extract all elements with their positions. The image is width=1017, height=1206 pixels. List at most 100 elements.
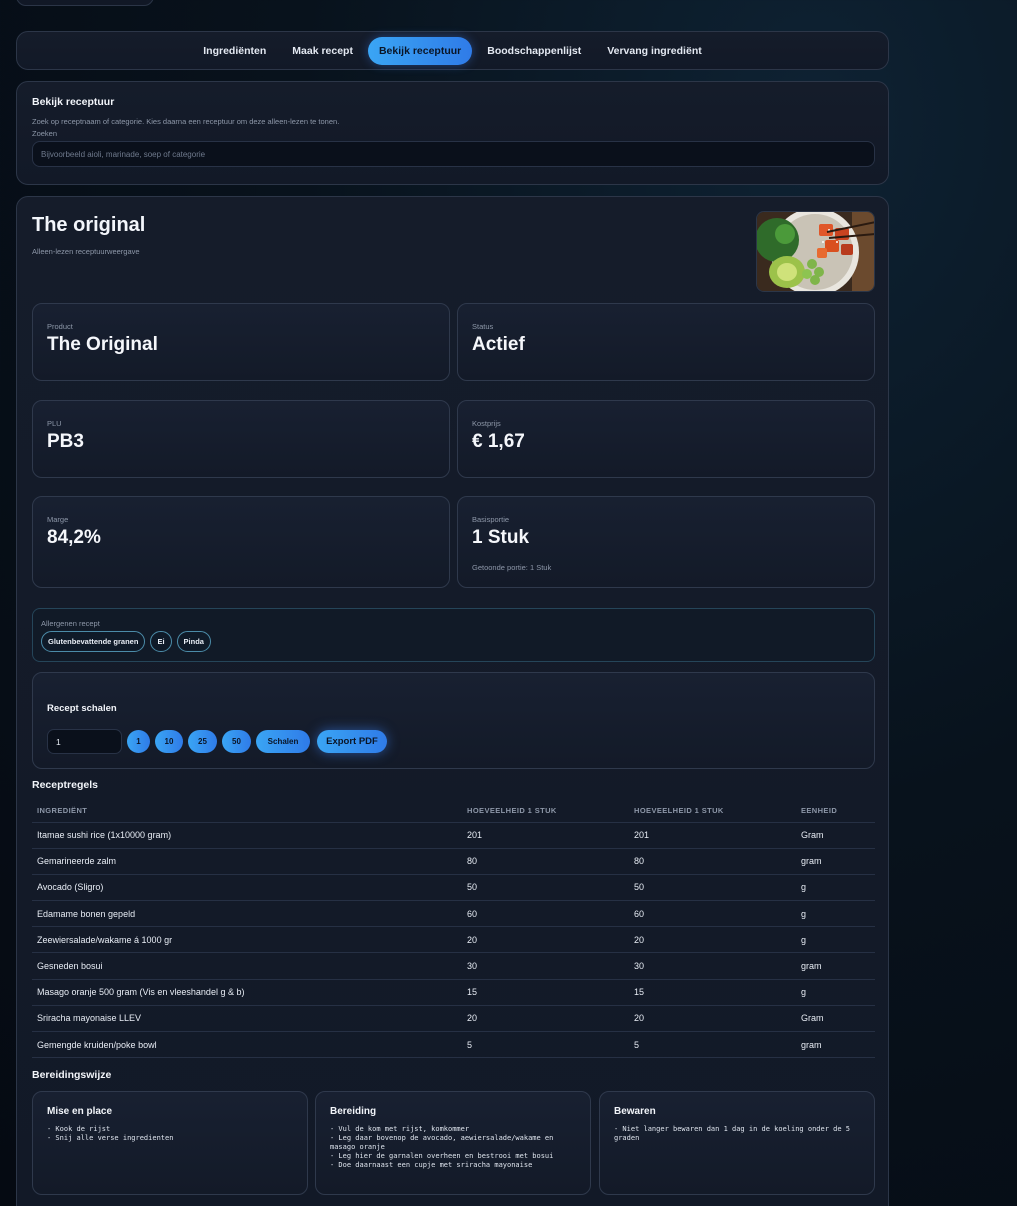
export-pdf-button[interactable]: Export PDF [317,730,387,753]
table-row: Edamame bonen gepeld 60 60 g [32,900,875,928]
portion-card: Basisportie 1 Stuk Getoonde portie: 1 St… [457,496,875,588]
cell-unit: gram [796,952,875,980]
product-value: The Original [47,334,158,355]
recipe-title: The original [32,214,146,236]
cell-ingredient: Gemengde kruiden/poke bowl [32,1031,462,1059]
cell-quantity-scaled: 15 [629,979,796,1006]
cell-ingredient: Masago oranje 500 gram (Vis en vleeshand… [32,979,462,1006]
prep-card-bereiding: Bereiding - Vul de kom met rijst, komkom… [315,1091,591,1195]
column-header-quantity-scaled: HOEVEELHEID 1 STUK [629,800,796,823]
cell-unit: g [796,874,875,902]
cell-ingredient: Avocado (Sligro) [32,874,462,902]
plu-value: PB3 [47,431,84,452]
scale-preset-10-button[interactable]: 10 [155,730,183,753]
cell-ingredient: Zeewiersalade/wakame á 1000 gr [32,926,462,954]
cell-quantity: 30 [462,952,629,980]
cell-quantity: 60 [462,900,629,928]
recipe-rules-body: Itamae sushi rice (1x10000 gram) 201 201 Gr… [32,822,875,1059]
cell-quantity: 80 [462,848,629,875]
cell-quantity-scaled: 5 [629,1031,796,1059]
cell-ingredient: Gemarineerde zalm [32,848,462,875]
portion-note: Getoonde portie: 1 Stuk [472,563,552,572]
recipe-subtitle: Alleen-lezen receptuurweergave [32,247,140,256]
cell-quantity-scaled: 20 [629,926,796,954]
table-row: Itamae sushi rice (1x10000 gram) 201 201 Gr… [32,822,875,849]
allergen-chip: Pinda [176,631,211,652]
product-card: Product The Original [32,303,450,381]
plu-label: PLU [47,419,62,428]
allergens-label: Allergenen recept [41,619,100,628]
prep-card-bewaren: Bewaren - Niet langer bewaren dan 1 dag … [599,1091,875,1195]
allergen-chips: Glutenbevattende granen Ei Pinda [41,631,866,652]
cell-quantity-scaled: 50 [629,874,796,902]
scale-button[interactable]: Schalen [256,730,310,753]
cell-quantity: 201 [462,822,629,849]
portion-value: 1 Stuk [472,527,530,548]
cell-quantity-scaled: 60 [629,900,796,928]
scale-preset-1-button[interactable]: 1 [127,730,150,753]
cell-ingredient: Sriracha mayonaise LLEV [32,1005,462,1033]
tab-bekijk-receptuur[interactable]: Bekijk receptuur [367,36,473,65]
cell-unit: gram [796,1031,875,1059]
search-panel: Bekijk receptuur Zoek op receptnaam of c… [16,81,889,185]
portion-label: Basisportie [472,515,510,524]
cell-quantity: 20 [462,1005,629,1033]
prep-card-title: Mise en place [47,1106,113,1117]
recipe-panel: The original Alleen-lezen receptuurweerg… [16,196,889,1206]
cell-quantity-scaled: 80 [629,848,796,875]
prep-card-body: - Kook de rijst - Snij alle verse ingred… [47,1125,174,1142]
cell-quantity-scaled: 20 [629,1005,796,1033]
cell-quantity-scaled: 201 [629,822,796,849]
table-row: Gesneden bosui 30 30 gram [32,952,875,980]
column-header-quantity: HOEVEELHEID 1 STUK [462,800,629,823]
allergen-chip: Ei [150,631,172,652]
cell-ingredient: Gesneden bosui [32,952,462,980]
tab-ingredienten[interactable]: Ingrediënten [192,37,277,65]
status-card: Status Actief [457,303,875,381]
tab-vervang-ingredient[interactable]: Vervang ingrediënt [596,37,713,65]
cell-ingredient: Itamae sushi rice (1x10000 gram) [32,822,462,849]
search-label: Zoeken [32,129,58,138]
margin-label: Marge [47,515,69,524]
table-row: Masago oranje 500 gram (Vis en vleeshand… [32,979,875,1006]
search-input[interactable] [32,141,875,167]
table-header-row: INGREDIËNT HOEVEELHEID 1 STUK HOEVEELHEI… [32,800,875,823]
cell-quantity: 50 [462,874,629,902]
prep-card-mise-en-place: Mise en place - Kook de rijst - Snij all… [32,1091,308,1195]
tab-maak-recept[interactable]: Maak recept [281,37,364,65]
margin-card: Marge 84,2% [32,496,450,588]
column-header-ingredient: INGREDIËNT [32,800,462,823]
table-row: Gemengde kruiden/poke bowl 5 5 gram [32,1031,875,1059]
table-row: Zeewiersalade/wakame á 1000 gr 20 20 g [32,926,875,954]
prep-card-body: - Vul de kom met rijst, komkommer - Leg … [330,1125,554,1169]
prep-card-title: Bereiding [330,1106,377,1117]
recipe-image [756,211,875,292]
allergen-chip: Glutenbevattende granen [41,631,146,652]
status-label: Status [472,322,494,331]
previous-section-stub [16,0,154,6]
cell-unit: gram [796,848,875,875]
cost-label: Kostprijs [472,419,501,428]
recipe-rules-title: Receptregels [32,779,98,791]
cost-card: Kostprijs € 1,67 [457,400,875,478]
tab-bar: Ingrediënten Maak recept Bekijk receptuu… [16,31,889,70]
scale-preset-25-button[interactable]: 25 [188,730,217,753]
cell-unit: Gram [796,822,875,849]
cell-quantity: 5 [462,1031,629,1059]
search-panel-title: Bekijk receptuur [32,96,115,108]
table-row: Sriracha mayonaise LLEV 20 20 Gram [32,1005,875,1033]
product-label: Product [47,322,73,331]
prep-card-title: Bewaren [614,1106,656,1117]
tab-boodschappenlijst[interactable]: Boodschappenlijst [476,37,592,65]
prep-card-body: - Niet langer bewaren dan 1 dag in de ko… [614,1125,855,1142]
cell-unit: g [796,926,875,954]
cell-quantity: 15 [462,979,629,1006]
plu-card: PLU PB3 [32,400,450,478]
table-row: Gemarineerde zalm 80 80 gram [32,848,875,875]
scale-box: Recept schalen 1 10 25 50 Schalen Export… [32,672,875,769]
scale-factor-input[interactable] [47,729,122,754]
preparation-title: Bereidingswijze [32,1069,112,1081]
column-header-unit: EENHEID [796,800,875,823]
scale-preset-50-button[interactable]: 50 [222,730,251,753]
poke-bowl-photo-icon [757,212,874,291]
